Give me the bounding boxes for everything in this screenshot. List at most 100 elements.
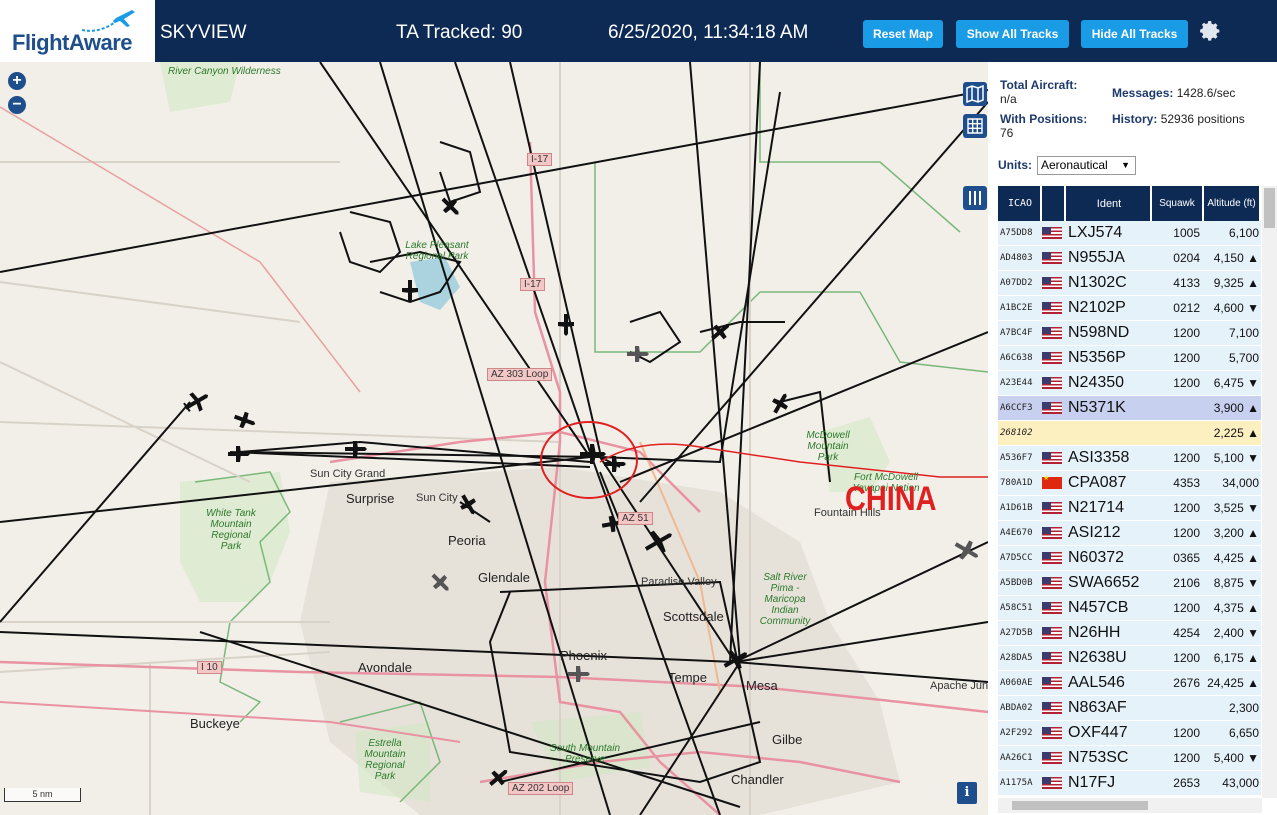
us-flag-icon <box>1042 502 1062 515</box>
flag-cell <box>1042 671 1066 696</box>
china-flag-icon <box>1042 474 1062 490</box>
flightaware-logo[interactable]: FlightAware <box>0 0 155 62</box>
flag-cell <box>1042 321 1066 346</box>
table-row[interactable]: AD4803 N955JA 0204 4,150 ▲ <box>998 246 1261 271</box>
squawk-cell: 1200 <box>1152 496 1204 521</box>
units-select[interactable]: Aeronautical ▼ <box>1037 156 1136 175</box>
flag-cell <box>1042 371 1066 396</box>
map-layers-button[interactable] <box>963 82 987 106</box>
gear-icon[interactable] <box>1198 19 1222 43</box>
table-row[interactable]: A07DD2 N1302C 4133 9,325 ▲ <box>998 271 1261 296</box>
ident-cell: N24350 <box>1066 371 1152 396</box>
table-row[interactable]: A6CCF3 N5371K 3,900 ▲ <box>998 396 1261 421</box>
col-altitude[interactable]: Altitude (ft) <box>1204 186 1261 221</box>
show-all-tracks-button[interactable]: Show All Tracks <box>956 20 1069 48</box>
park-label: Salt River Pima - Maricopa Indian Commun… <box>759 572 811 627</box>
squawk-cell: 0204 <box>1152 246 1204 271</box>
col-flag[interactable] <box>1042 186 1066 221</box>
ident-cell: N21714 <box>1066 496 1152 521</box>
altitude-cell: 3,200 ▲ <box>1204 521 1261 546</box>
us-flag-icon <box>1042 777 1062 790</box>
col-icao[interactable]: ICAO <box>998 186 1042 221</box>
altitude-cell: 34,000 <box>1204 471 1261 496</box>
table-row[interactable]: A23E44 N24350 1200 6,475 ▼ <box>998 371 1261 396</box>
altitude-cell: 6,175 ▲ <box>1204 646 1261 671</box>
col-ident[interactable]: Ident <box>1066 186 1152 221</box>
altitude-cell: 7,100 <box>1204 321 1261 346</box>
icao-cell: A7BC4F <box>998 321 1042 346</box>
messages-stat: Messages: 1428.6/sec <box>1112 86 1262 100</box>
zoom-in-button[interactable]: + <box>8 72 26 90</box>
stat-label: History: <box>1112 112 1158 126</box>
aircraft-icon <box>441 197 459 215</box>
table-row[interactable]: A4E670 ASI212 1200 3,200 ▲ <box>998 521 1261 546</box>
table-row[interactable]: A1175A N17FJ 2653 43,000 <box>998 771 1261 796</box>
table-row[interactable]: A1BC2E N2102P 0212 4,600 ▼ <box>998 296 1261 321</box>
grid-icon <box>967 118 983 134</box>
squawk-cell: 0365 <box>1152 546 1204 571</box>
table-row[interactable]: A1D61B N21714 1200 3,525 ▼ <box>998 496 1261 521</box>
aircraft-icon <box>954 540 979 560</box>
us-flag-icon <box>1042 227 1062 240</box>
table-row[interactable]: A75DD8 LXJ574 1005 6,100 <box>998 221 1261 246</box>
ident-cell: N17FJ <box>1066 771 1152 796</box>
altitude-cell: 24,425 ▲ <box>1204 671 1261 696</box>
zoom-out-button[interactable]: − <box>8 96 26 114</box>
flag-cell <box>1042 521 1066 546</box>
reset-map-button[interactable]: Reset Map <box>863 20 943 48</box>
ident-cell: SWA6652 <box>1066 571 1152 596</box>
map-view[interactable]: River Canyon Wilderness Lake Pleasant Re… <box>0 62 988 815</box>
table-row[interactable]: A2F292 OXF447 1200 6,650 <box>998 721 1261 746</box>
stat-label: Total Aircraft: <box>1000 78 1078 92</box>
column-toggle-button[interactable] <box>963 186 987 210</box>
vertical-scrollbar[interactable] <box>1262 186 1277 798</box>
tracked-count: TA Tracked: 90 <box>396 22 523 43</box>
table-row[interactable]: A7BC4F N598ND 1200 7,100 <box>998 321 1261 346</box>
aircraft-icon <box>644 530 672 554</box>
scale-bar: 5 nm <box>4 788 81 802</box>
logo-text: FlightAware <box>12 30 133 55</box>
horizontal-scrollbar[interactable] <box>998 798 1262 813</box>
squawk-cell <box>1152 396 1204 421</box>
icao-cell: A07DD2 <box>998 271 1042 296</box>
park-label: White Tank Mountain Regional Park <box>206 508 256 552</box>
table-row[interactable]: A5BD0B SWA6652 2106 8,875 ▼ <box>998 571 1261 596</box>
table-row[interactable]: ABDA02 N863AF 2,300 <box>998 696 1261 721</box>
map-icon <box>966 84 984 104</box>
flag-cell <box>1042 496 1066 521</box>
table-row[interactable]: A6C638 N5356P 1200 5,700 <box>998 346 1261 371</box>
table-row[interactable]: A7D5CC N60372 0365 4,425 ▲ <box>998 546 1261 571</box>
info-button[interactable]: i <box>957 782 977 804</box>
altitude-cell: 9,325 ▲ <box>1204 271 1261 296</box>
table-row[interactable]: A536F7 ASI3358 1200 5,100 ▼ <box>998 446 1261 471</box>
park-label: River Canyon Wilderness <box>168 66 281 77</box>
altitude-cell: 6,100 <box>1204 221 1261 246</box>
table-row[interactable]: 268102 2,225 ▲ <box>998 421 1261 446</box>
icao-cell: A060AE <box>998 671 1042 696</box>
flag-cell <box>1042 771 1066 796</box>
table-row[interactable]: A58C51 N457CB 1200 4,375 ▲ <box>998 596 1261 621</box>
city-label: Mesa <box>746 678 778 693</box>
hide-all-tracks-button[interactable]: Hide All Tracks <box>1081 20 1188 48</box>
china-annotation: CHINA <box>845 480 937 518</box>
aircraft-icon <box>772 393 788 414</box>
table-row[interactable]: A27D5B N26HH 4254 2,400 ▼ <box>998 621 1261 646</box>
ident-cell: N863AF <box>1066 696 1152 721</box>
squawk-cell <box>1152 696 1204 721</box>
flag-cell <box>1042 746 1066 771</box>
city-label: Phoenix <box>560 648 607 663</box>
stat-value: 76 <box>1000 126 1014 140</box>
highway-shield: AZ 303 Loop <box>487 368 553 381</box>
table-row[interactable]: AA26C1 N753SC 1200 5,400 ▼ <box>998 746 1261 771</box>
current-datetime: 6/25/2020, 11:34:18 AM <box>608 22 809 43</box>
grid-toggle-button[interactable] <box>963 114 987 138</box>
table-row[interactable]: A060AE AAL546 2676 24,425 ▲ <box>998 671 1261 696</box>
table-row[interactable]: 780A1D CPA087435334,000 <box>998 471 1261 496</box>
col-squawk[interactable]: Squawk <box>1152 186 1204 221</box>
us-flag-icon <box>1042 402 1062 415</box>
flag-cell <box>1042 296 1066 321</box>
ident-cell: N2638U <box>1066 646 1152 671</box>
with-positions-stat: With Positions: 76 <box>1000 112 1130 140</box>
table-row[interactable]: A28DA5 N2638U 1200 6,175 ▲ <box>998 646 1261 671</box>
altitude-cell: 6,475 ▼ <box>1204 371 1261 396</box>
